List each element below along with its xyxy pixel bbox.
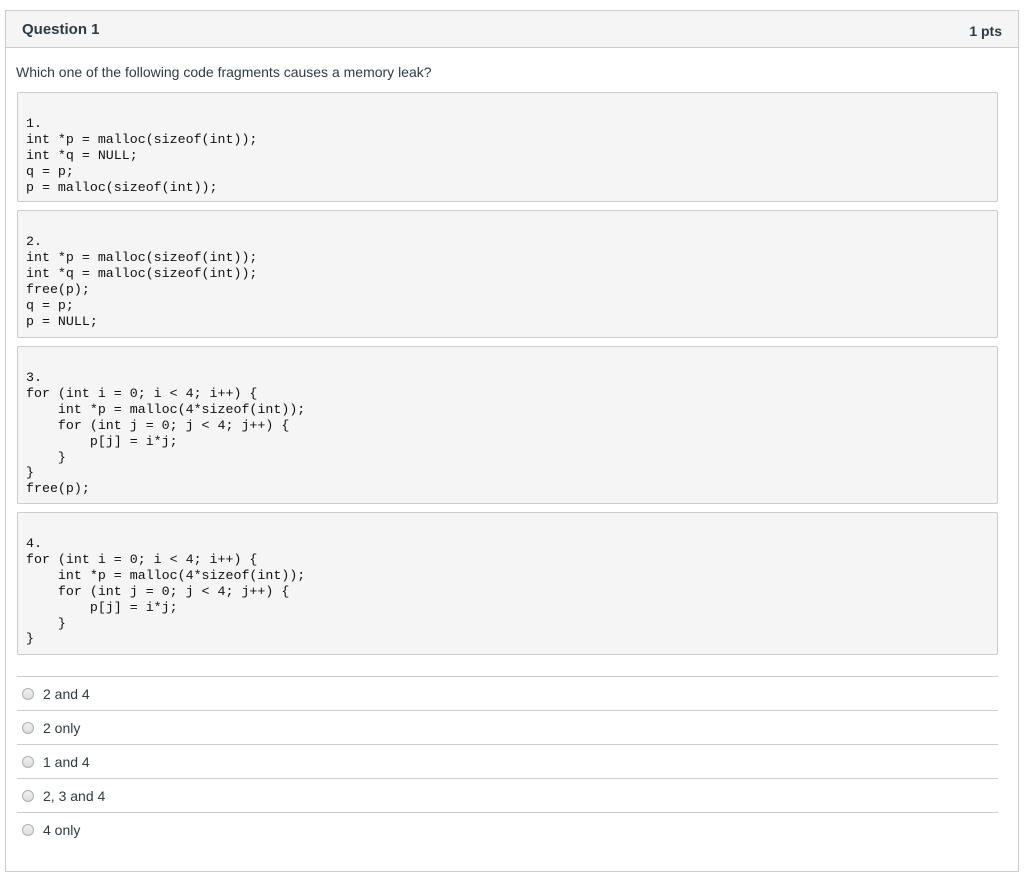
answer-label: 2 and 4	[43, 685, 90, 702]
question-title: Question 1	[22, 20, 100, 38]
radio-button[interactable]	[22, 721, 34, 734]
answer-label: 2 only	[43, 719, 81, 736]
radio-button[interactable]	[22, 755, 34, 768]
question-points: 1 pts	[969, 22, 1002, 39]
radio-button[interactable]	[22, 789, 34, 802]
answer-option-1[interactable]: 2 and 4	[17, 676, 998, 710]
code-fragment-1: 1. int *p = malloc(sizeof(int)); int *q …	[17, 92, 998, 202]
answer-label: 1 and 4	[43, 753, 90, 770]
answer-option-2[interactable]: 2 only	[17, 710, 998, 744]
answer-label: 4 only	[43, 821, 81, 838]
answer-option-4[interactable]: 2, 3 and 4	[17, 778, 998, 812]
question-text: Which one of the following code fragment…	[16, 64, 432, 80]
answer-label: 2, 3 and 4	[43, 787, 106, 804]
code-fragment-2: 2. int *p = malloc(sizeof(int)); int *q …	[17, 210, 998, 338]
question-header: Question 1 1 pts	[6, 11, 1018, 48]
radio-button[interactable]	[22, 687, 34, 700]
radio-button[interactable]	[22, 823, 34, 836]
answer-list: 2 and 4 2 only 1 and 4 2, 3 and 4 4 only	[17, 676, 998, 846]
code-fragment-3: 3. for (int i = 0; i < 4; i++) { int *p …	[17, 346, 998, 504]
answer-option-3[interactable]: 1 and 4	[17, 744, 998, 778]
code-fragment-4: 4. for (int i = 0; i < 4; i++) { int *p …	[17, 512, 998, 655]
answer-option-5[interactable]: 4 only	[17, 812, 998, 846]
